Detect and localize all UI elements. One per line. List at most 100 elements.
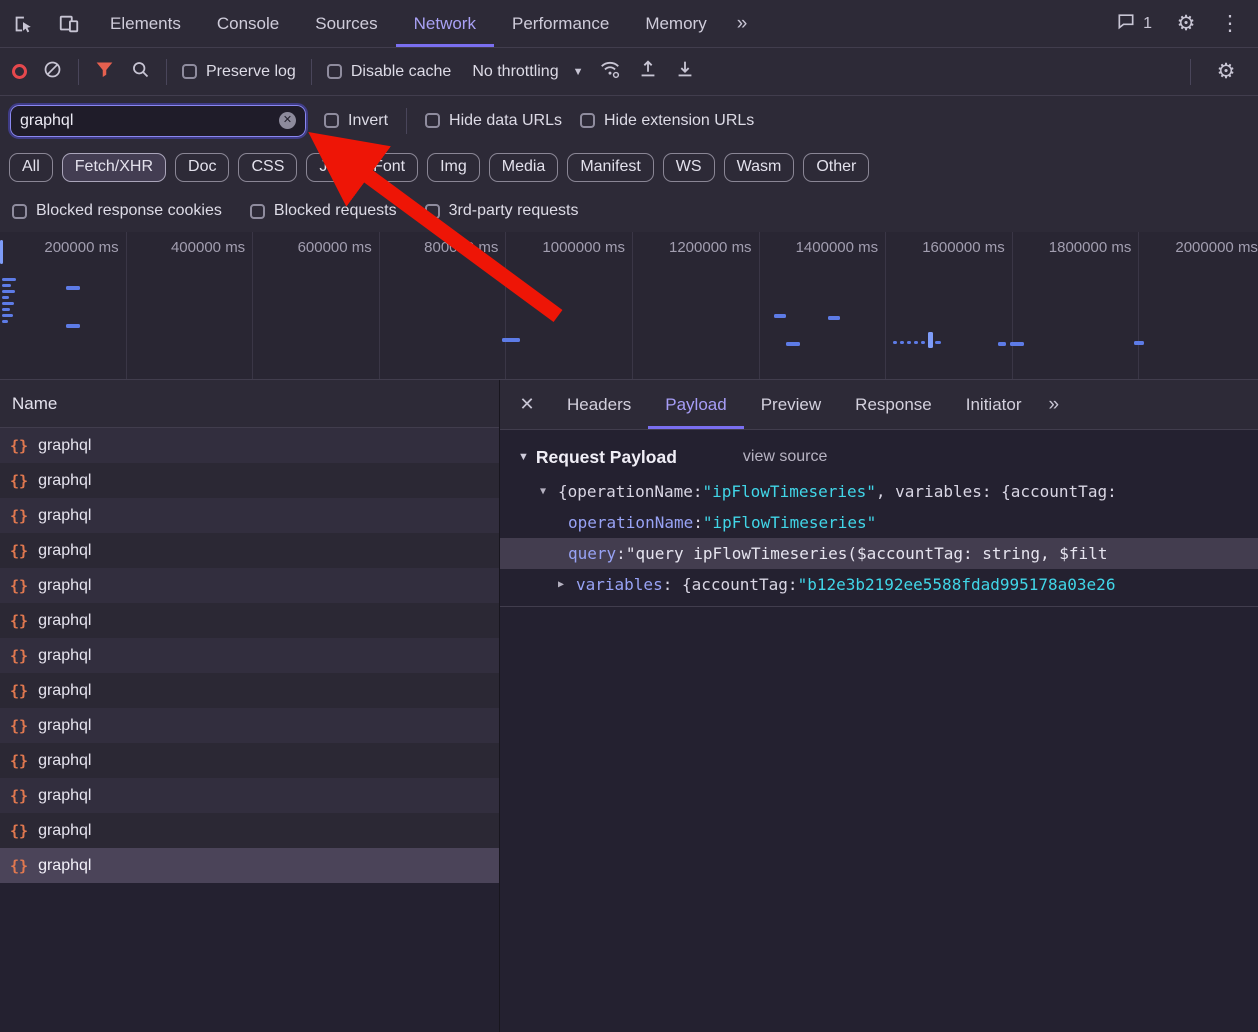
details-tab-headers[interactable]: Headers — [550, 380, 648, 429]
request-row[interactable]: {} graphql — [0, 743, 499, 778]
clear-filter-icon[interactable]: ✕ — [279, 112, 296, 129]
request-row[interactable]: {} graphql — [0, 638, 499, 673]
waterfall-bar[interactable] — [2, 302, 14, 305]
waterfall-bar[interactable] — [786, 342, 800, 346]
request-row[interactable]: {} graphql — [0, 568, 499, 603]
waterfall-bar[interactable] — [2, 308, 10, 311]
filter-toggle-button[interactable] — [94, 59, 115, 85]
tab-memory[interactable]: Memory — [627, 0, 724, 47]
payload-tree-row[interactable]: query: "query ipFlowTimeseries($accountT… — [500, 538, 1258, 569]
filter-pill-font[interactable]: Font — [360, 153, 419, 182]
details-tab-initiator[interactable]: Initiator — [949, 380, 1039, 429]
request-row[interactable]: {} graphql — [0, 708, 499, 743]
section-expander-icon[interactable]: ▼ — [518, 451, 529, 463]
waterfall-bar[interactable] — [66, 324, 80, 328]
waterfall-bar[interactable] — [998, 342, 1006, 346]
preserve-log-checkbox[interactable] — [182, 64, 197, 79]
filter-pill-media[interactable]: Media — [488, 153, 559, 182]
hide-extension-urls-checkbox[interactable] — [579, 113, 595, 128]
throttling-select[interactable]: No throttling ▼ — [472, 63, 583, 81]
tab-network[interactable]: Network — [396, 0, 494, 47]
waterfall-bar[interactable] — [66, 286, 80, 290]
payload-tree-row[interactable]: ▼ {operationName: "ipFlowTimeseries", var… — [500, 476, 1258, 507]
request-row[interactable]: {} graphql — [0, 848, 499, 883]
waterfall-bar[interactable] — [828, 316, 840, 320]
hide-data-urls-checkbox[interactable] — [425, 113, 441, 128]
request-row[interactable]: {} graphql — [0, 463, 499, 498]
more-details-tabs-button[interactable]: » — [1038, 380, 1069, 429]
blocked-response-cookies-checkbox[interactable] — [12, 203, 27, 219]
details-tab-payload[interactable]: Payload — [648, 380, 743, 429]
waterfall-bar[interactable] — [935, 341, 941, 344]
request-row[interactable]: {} graphql — [0, 498, 499, 533]
request-row[interactable]: {} graphql — [0, 603, 499, 638]
waterfall-bar[interactable] — [914, 341, 918, 344]
close-details-button[interactable]: ✕ — [504, 380, 550, 429]
network-filter-field[interactable]: ✕ — [8, 102, 308, 139]
name-column-header[interactable]: Name — [0, 380, 499, 428]
filter-pill-ws[interactable]: WS — [662, 153, 715, 182]
tab-sources[interactable]: Sources — [297, 0, 395, 47]
network-filter-input[interactable] — [20, 111, 279, 130]
invert-checkbox[interactable] — [324, 113, 339, 128]
filter-pill-js[interactable]: JS — [306, 153, 352, 182]
request-row[interactable]: {} graphql — [0, 533, 499, 568]
expander-icon[interactable]: ▼ — [540, 486, 558, 497]
request-row[interactable]: {} graphql — [0, 778, 499, 813]
main-menu-button[interactable]: ⋮ — [1210, 11, 1250, 36]
clear-network-log-button[interactable] — [42, 59, 63, 85]
waterfall-bar[interactable] — [2, 290, 15, 293]
payload-tree-row[interactable]: operationName: "ipFlowTimeseries" — [500, 507, 1258, 538]
waterfall-bar[interactable] — [502, 338, 520, 342]
export-har-button[interactable] — [674, 58, 696, 85]
filter-pill-img[interactable]: Img — [427, 153, 480, 182]
waterfall-bar[interactable] — [1010, 342, 1024, 346]
details-tab-preview[interactable]: Preview — [744, 380, 838, 429]
filter-pill-css[interactable]: CSS — [238, 153, 298, 182]
device-toolbar-button[interactable] — [46, 0, 92, 47]
filter-pill-manifest[interactable]: Manifest — [567, 153, 654, 182]
waterfall-bar[interactable] — [774, 314, 786, 318]
waterfall-bar[interactable] — [2, 296, 9, 299]
waterfall-bar[interactable] — [2, 314, 13, 317]
network-settings-button[interactable]: ⚙ — [1206, 59, 1246, 84]
inspect-element-button[interactable] — [0, 0, 46, 47]
settings-button[interactable]: ⚙ — [1166, 11, 1206, 36]
record-network-log-button[interactable] — [12, 64, 27, 79]
waterfall-bar[interactable] — [2, 320, 8, 323]
filter-pill-wasm[interactable]: Wasm — [723, 153, 795, 182]
disable-cache-checkbox[interactable] — [326, 64, 342, 79]
console-messages-button[interactable]: 1 — [1106, 11, 1162, 36]
waterfall-bar[interactable] — [928, 332, 933, 348]
waterfall-bar[interactable] — [2, 284, 11, 287]
payload-tree-row[interactable]: ▶ variables: {accountTag: "b12e3b2192ee55… — [500, 569, 1258, 600]
request-row[interactable]: {} graphql — [0, 813, 499, 848]
tab-performance[interactable]: Performance — [494, 0, 627, 47]
request-row[interactable]: {} graphql — [0, 428, 499, 463]
view-source-link[interactable]: view source — [743, 448, 827, 466]
expander-icon[interactable]: ▶ — [558, 579, 576, 590]
waterfall-bar[interactable] — [2, 278, 16, 281]
waterfall-bar[interactable] — [900, 341, 904, 344]
filter-pill-doc[interactable]: Doc — [175, 153, 230, 182]
waterfall-bar[interactable] — [893, 341, 897, 344]
waterfall-bar[interactable] — [907, 341, 911, 344]
waterfall-bar[interactable] — [1134, 341, 1144, 345]
filter-pill-fetch-xhr[interactable]: Fetch/XHR — [61, 153, 167, 182]
tab-console[interactable]: Console — [199, 0, 297, 47]
network-overview-timeline[interactable]: 200000 ms 400000 ms 600000 ms 800000 ms 1000… — [0, 232, 1258, 380]
blocked-response-cookies-group: Blocked response cookies — [12, 202, 222, 220]
tab-elements[interactable]: Elements — [92, 0, 199, 47]
search-network-button[interactable] — [130, 59, 151, 85]
filter-pill-other[interactable]: Other — [803, 153, 870, 182]
network-conditions-button[interactable] — [598, 58, 622, 85]
request-row[interactable]: {} graphql — [0, 673, 499, 708]
import-har-button[interactable] — [637, 58, 659, 85]
waterfall-bar[interactable] — [921, 341, 925, 344]
filter-pill-all[interactable]: All — [9, 153, 53, 182]
details-tab-response[interactable]: Response — [838, 380, 949, 429]
blocked-requests-checkbox[interactable] — [249, 203, 265, 219]
more-tabs-button[interactable]: » — [725, 0, 760, 47]
3rd-party-requests-checkbox[interactable] — [424, 203, 440, 219]
waterfall-bar[interactable] — [0, 240, 3, 264]
